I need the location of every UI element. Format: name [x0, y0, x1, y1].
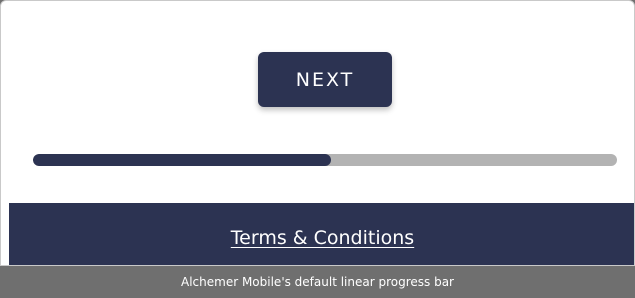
progress-bar-fill — [33, 154, 331, 166]
progress-bar — [33, 154, 617, 166]
footer: Terms & Conditions — [9, 203, 634, 265]
next-button[interactable]: NEXT — [258, 52, 392, 107]
survey-frame: NEXT Terms & Conditions — [0, 0, 635, 266]
image-caption: Alchemer Mobile's default linear progres… — [181, 275, 454, 289]
terms-and-conditions-link[interactable]: Terms & Conditions — [231, 219, 414, 249]
